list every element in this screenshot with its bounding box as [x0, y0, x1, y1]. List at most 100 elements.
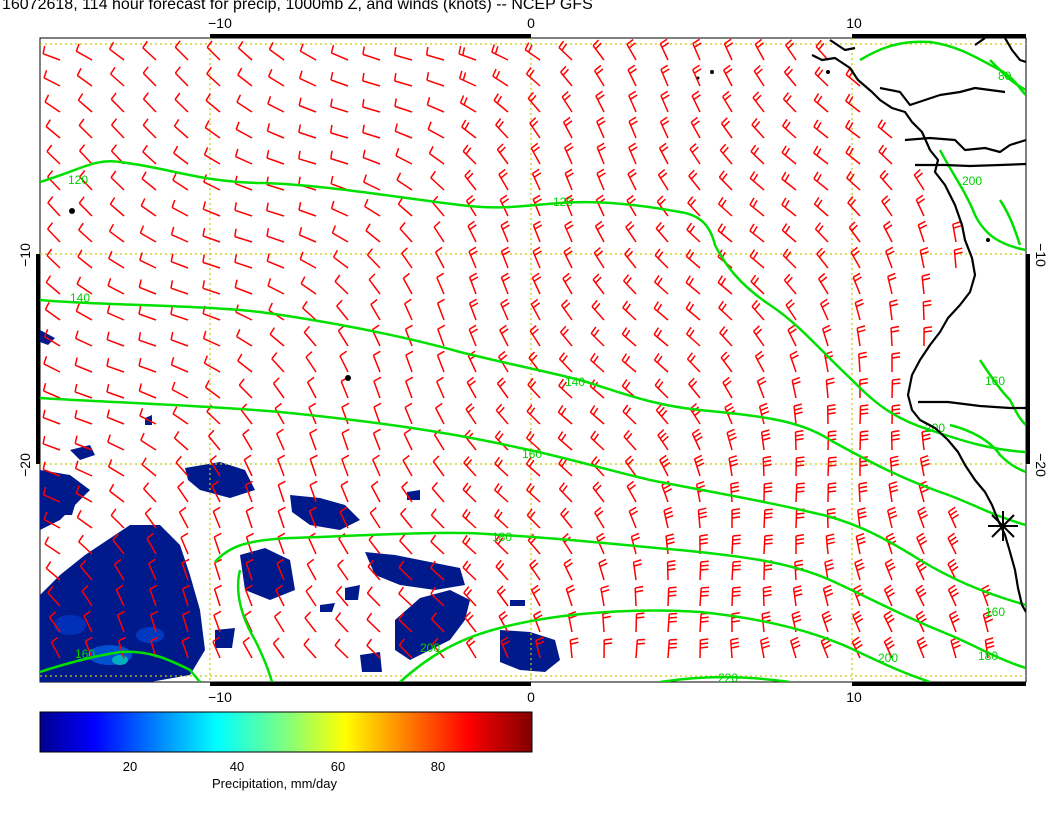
wind-barb-feather	[892, 378, 901, 381]
wind-barb-feather	[764, 534, 773, 537]
left-tick-label: −10	[17, 243, 33, 267]
wind-barb-feather	[828, 464, 837, 467]
colorbar-gradient	[39, 711, 533, 753]
station-marker-icon	[988, 511, 1018, 541]
contour-label: 160	[75, 647, 95, 661]
wind-barb-feather	[796, 516, 805, 519]
wind-barb	[795, 509, 798, 529]
bottom-tick-label: 10	[846, 689, 862, 705]
wind-barb	[762, 587, 765, 607]
wind-barb-feather	[860, 412, 869, 415]
wind-barb-feather	[764, 512, 773, 515]
wind-barb-feather	[668, 620, 677, 623]
wind-barb-feather	[637, 638, 646, 641]
contour-label: 200	[878, 651, 898, 665]
wind-barb	[827, 431, 830, 451]
wind-barb	[699, 613, 702, 633]
wind-barb-feather	[669, 612, 678, 615]
wind-barb-feather	[796, 486, 805, 489]
wind-barb-feather	[860, 404, 869, 407]
wind-barb-feather	[700, 564, 709, 567]
wind-barb-feather	[764, 564, 773, 567]
wind-barb	[699, 561, 702, 581]
wind-barb-feather	[701, 586, 710, 589]
wind-barb	[635, 613, 638, 633]
wind-barb	[763, 535, 766, 555]
wind-barb	[731, 587, 734, 607]
wind-barb-feather	[828, 430, 837, 433]
wind-barb	[890, 327, 893, 347]
wind-barb-feather	[636, 612, 645, 615]
wind-barb	[762, 457, 765, 477]
wind-barb-feather	[700, 616, 709, 619]
wind-barb-feather	[668, 586, 677, 589]
wind-barb-feather	[764, 486, 773, 489]
wind-barb	[826, 509, 829, 529]
colorbar-tick: 60	[331, 759, 345, 774]
wind-barb-feather	[796, 464, 805, 467]
wind-barb-feather	[860, 438, 869, 441]
wind-barb-feather	[860, 430, 869, 433]
wind-barb-feather	[892, 408, 901, 411]
wind-barb-feather	[668, 616, 678, 619]
bottom-tick-label: 0	[527, 689, 535, 705]
wind-barb-feather	[796, 460, 805, 463]
wind-barb-feather	[700, 568, 709, 571]
contour-label: 180	[978, 649, 998, 663]
wind-barb-feather	[828, 486, 837, 489]
wind-barb-feather	[860, 434, 869, 437]
wind-barb-feather	[732, 568, 741, 571]
contour-label: 160	[985, 605, 1005, 619]
contour-label: 220	[718, 671, 738, 685]
colorbar-tick: 20	[123, 759, 137, 774]
colorbar-tick: 80	[431, 759, 445, 774]
wind-barb	[858, 483, 861, 503]
wind-barb	[731, 535, 734, 555]
contour-label: 140	[565, 375, 585, 389]
wind-barb-feather	[892, 382, 901, 385]
top-tick-label: 10	[846, 15, 862, 31]
wind-barb-feather	[732, 564, 741, 567]
wind-barb-feather	[604, 638, 613, 641]
wind-barb-feather	[828, 460, 837, 463]
wind-barb-feather	[828, 490, 837, 493]
left-tick-label: −20	[17, 453, 33, 477]
wind-barb	[794, 431, 797, 451]
contour-label: 120	[68, 173, 88, 187]
wind-barb-feather	[393, 47, 397, 56]
wind-barb-feather	[764, 508, 773, 511]
wind-barb	[763, 509, 766, 529]
contour-label: 80	[998, 69, 1012, 83]
wind-barb-feather	[604, 642, 613, 645]
contour-label: 200	[962, 174, 982, 188]
wind-barb-feather	[668, 590, 677, 593]
wind-barb-feather	[828, 456, 837, 459]
contour-label: 120	[553, 195, 573, 209]
wind-barb-feather	[796, 490, 805, 493]
bottom-tick-label: −10	[208, 689, 232, 705]
wind-barb-feather	[796, 482, 805, 485]
wind-barb-feather	[668, 594, 677, 597]
wind-barb-feather	[796, 512, 805, 515]
wind-barb	[859, 431, 862, 451]
top-tick-label: 0	[527, 15, 535, 31]
wind-barb-feather	[700, 590, 709, 593]
wind-barb-feather	[700, 642, 709, 645]
right-tick-label: −20	[1033, 453, 1049, 477]
wind-barb-feather	[732, 586, 741, 589]
wind-barb-feather	[732, 542, 741, 545]
colorbar: 20 40 60 80	[39, 711, 533, 774]
wind-barb-feather	[700, 638, 709, 641]
wind-barb-feather	[636, 642, 646, 645]
right-tick-label: −10	[1033, 243, 1049, 267]
wind-barb	[634, 587, 637, 607]
wind-barb-feather	[636, 616, 645, 619]
wind-barb-feather	[669, 638, 678, 641]
wind-barb-feather	[732, 538, 741, 541]
wind-barb-feather	[764, 542, 773, 545]
top-tick-label: −10	[208, 15, 232, 31]
contour-label: 160	[985, 374, 1005, 388]
wind-barb-feather	[668, 646, 677, 649]
wind-barb	[922, 301, 925, 321]
wind-barb-feather	[700, 560, 709, 563]
